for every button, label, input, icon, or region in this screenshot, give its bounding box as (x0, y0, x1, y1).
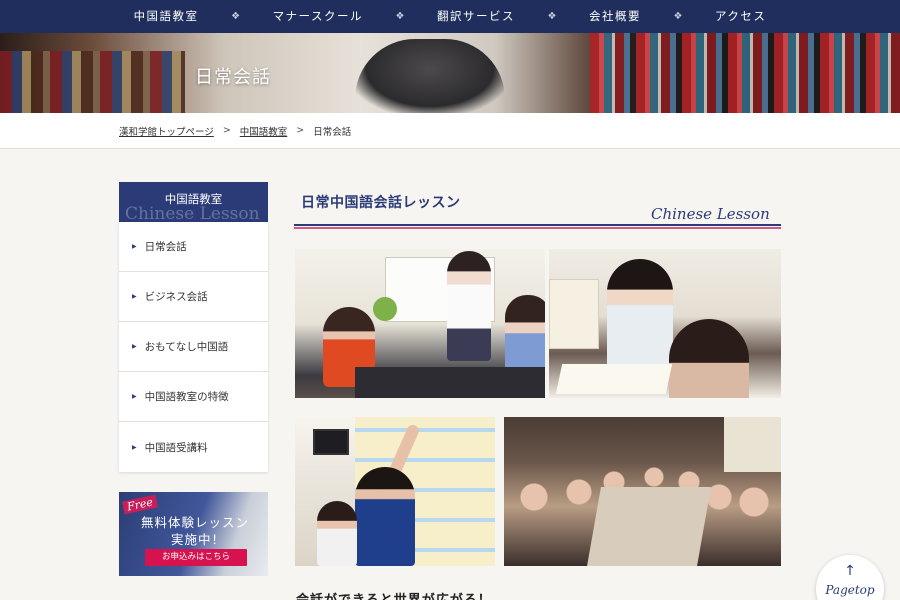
sidebar-item-label: 中国語教室の特徴 (144, 391, 229, 403)
teacher-image (447, 251, 491, 361)
arrow-up-icon: ↑ (844, 563, 856, 579)
breadcrumb: 漢和学館トップページ > 中国語教室 > 日常会話 (0, 113, 900, 149)
sidebar-item-fees[interactable]: ▶ 中国語受講料 (119, 422, 268, 472)
section-heading: 会話ができると世界が広がる！ (296, 589, 492, 600)
sidebar-heading-label: 中国語教室 (164, 192, 223, 206)
sidebar-item-business-conversation[interactable]: ▶ ビジネス会話 (119, 272, 268, 322)
sidebar-heading: Chinese Lesson 中国語教室 (119, 182, 268, 222)
section-subtitle: Chinese Lesson (651, 205, 770, 223)
student-image (669, 319, 749, 398)
nav-item-company[interactable]: 会社概要 (559, 0, 671, 33)
free-trial-subheadline: 実施中！ (171, 532, 226, 547)
title-rule-navy (294, 224, 781, 226)
page-title: 日常会話 (195, 67, 271, 88)
triangle-bullet-icon: ▶ (132, 443, 137, 451)
title-rule-pink (294, 227, 781, 229)
diamond-ornament-icon: ❖ (673, 11, 683, 22)
sidebar-item-daily-conversation[interactable]: ▶ 日常会話 (119, 222, 268, 272)
person-silhouette-image (355, 39, 505, 113)
sidebar-item-label: 日常会話 (144, 241, 187, 253)
kids-class-photo (295, 417, 495, 566)
nav-item-manner-school[interactable]: マナースクール (243, 0, 393, 33)
section-title: 日常中国語会話レッスン (301, 195, 461, 211)
breadcrumb-separator: > (222, 125, 231, 136)
child-image (355, 467, 415, 566)
triangle-bullet-icon: ▶ (132, 393, 137, 400)
breadcrumb-parent-link[interactable]: 中国語教室 (240, 124, 288, 138)
group-dinner-photo (504, 417, 781, 566)
lesson-photo (549, 249, 781, 398)
teacher-image (607, 259, 673, 379)
plant-image (373, 297, 397, 321)
child-image (317, 501, 357, 566)
sidebar-menu: ▶ 日常会話 ▶ ビジネス会話 ▶ おもてなし中国語 ▶ 中国語教室の特徴 ▶ … (119, 222, 268, 472)
sidebar-item-label: 中国語受講料 (144, 441, 208, 454)
diamond-ornament-icon: ❖ (231, 11, 241, 22)
textbook-image (555, 364, 673, 394)
apply-button[interactable]: お申込みはこちら (145, 549, 247, 566)
breadcrumb-current: 日常会話 (313, 126, 352, 138)
wall-poster-image (549, 279, 599, 349)
free-trial-banner[interactable]: Free 無料体験レッスン 実施中！ お申込みはこちら (119, 492, 268, 576)
monitor-image (313, 429, 349, 455)
triangle-bullet-icon: ▶ (132, 243, 137, 250)
bookshelf-image (590, 33, 900, 113)
sidebar-item-features[interactable]: ▶ 中国語教室の特徴 (119, 372, 268, 422)
sidebar-item-label: おもてなし中国語 (144, 341, 229, 353)
table-image (355, 367, 545, 398)
classroom-photo (295, 249, 545, 398)
dinner-table-image (587, 487, 711, 566)
top-nav: 中国語教室 ❖ マナースクール ❖ 翻訳サービス ❖ 会社概要 ❖ アクセス (0, 0, 900, 33)
pagetop-label: Pagetop (825, 583, 875, 597)
breadcrumb-home-link[interactable]: 漢和学館トップページ (119, 124, 214, 138)
triangle-bullet-icon: ▶ (132, 293, 137, 300)
nav-item-chinese-class[interactable]: 中国語教室 (104, 0, 229, 33)
diamond-ornament-icon: ❖ (395, 11, 405, 22)
bookshelf-image (0, 51, 185, 113)
sidebar-item-omotenashi[interactable]: ▶ おもてなし中国語 (119, 322, 268, 372)
sidebar-item-label: ビジネス会話 (144, 291, 208, 303)
triangle-bullet-icon: ▶ (132, 343, 137, 350)
nav-item-translation[interactable]: 翻訳サービス (407, 0, 545, 33)
hero-banner: 日常会話 (0, 33, 900, 113)
pagetop-button[interactable]: ↑ Pagetop (816, 555, 884, 600)
nav-item-access[interactable]: アクセス (685, 0, 796, 33)
breadcrumb-separator: > (296, 125, 305, 136)
diamond-ornament-icon: ❖ (547, 11, 557, 22)
